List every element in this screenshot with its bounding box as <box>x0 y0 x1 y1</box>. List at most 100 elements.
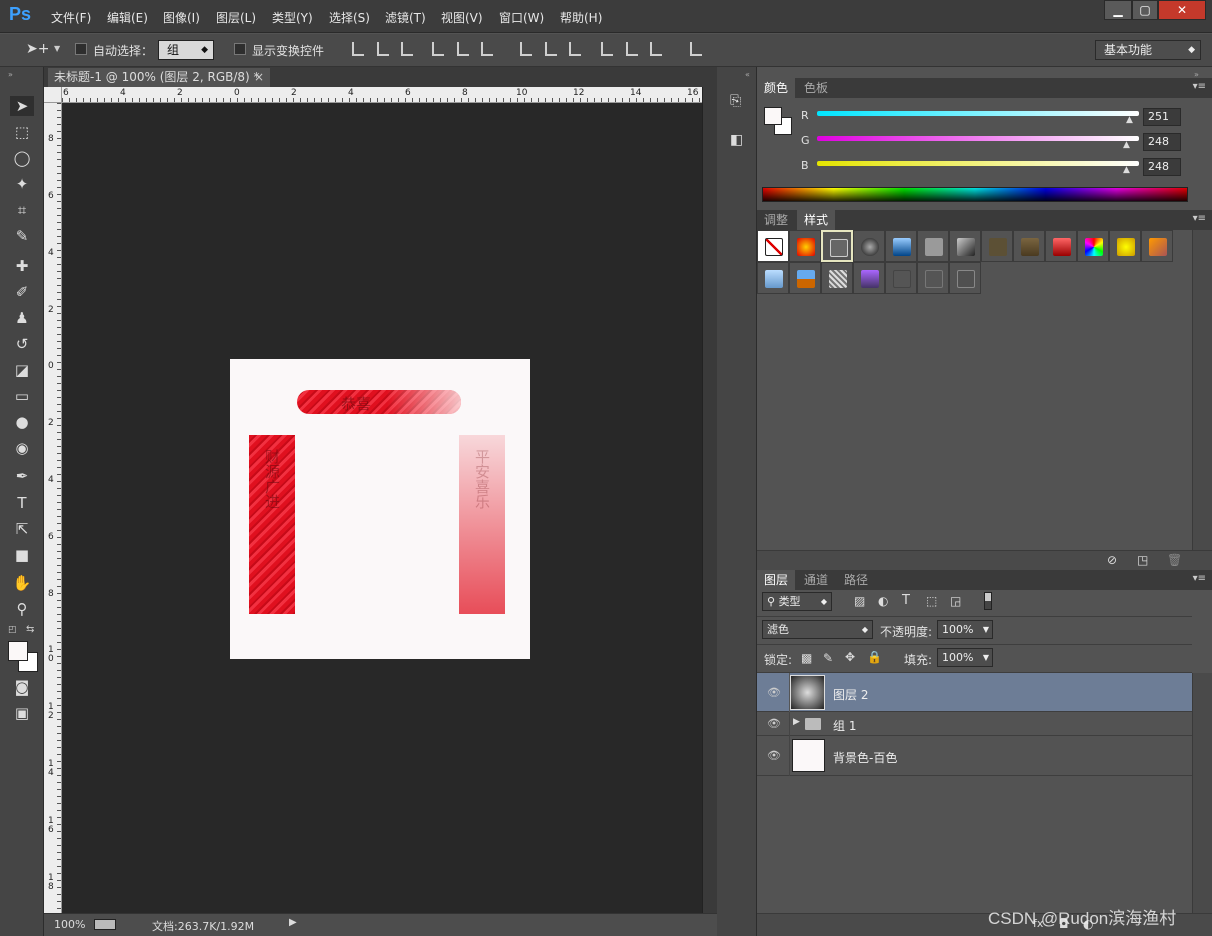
filter-adjustment-icon[interactable]: ◐ <box>878 594 888 608</box>
style-swatch[interactable] <box>1077 230 1109 262</box>
pen-tool-icon[interactable]: ✒ <box>10 466 34 486</box>
style-swatch[interactable] <box>853 262 885 294</box>
b-slider[interactable] <box>817 161 1139 166</box>
layer-row-background[interactable]: 背景色-百色 <box>757 736 1192 776</box>
horizontal-ruler[interactable]: 6 4 2 0 2 4 6 8 10 12 14 16 <box>62 87 702 103</box>
align-bottom-icon[interactable] <box>401 42 413 56</box>
menu-image[interactable]: 图像(I) <box>163 9 200 26</box>
quick-mask-icon[interactable]: ◙ <box>10 677 34 697</box>
distribute-bottom-icon[interactable] <box>569 42 581 56</box>
menu-view[interactable]: 视图(V) <box>441 9 483 26</box>
menu-filter[interactable]: 滤镜(T) <box>385 9 426 26</box>
eye-icon[interactable]: 👁 <box>767 686 781 699</box>
lock-position-icon[interactable]: ✥ <box>845 650 855 664</box>
style-swatch[interactable] <box>981 230 1013 262</box>
blur-tool-icon[interactable]: ● <box>10 412 34 432</box>
healing-brush-icon[interactable]: ✚ <box>10 256 34 276</box>
panel-menu-icon[interactable]: ▾≡ <box>1193 213 1206 224</box>
lock-all-icon[interactable]: 🔒 <box>867 650 882 664</box>
style-swatch[interactable] <box>917 262 949 294</box>
align-hcenter-icon[interactable] <box>457 42 469 56</box>
menu-window[interactable]: 窗口(W) <box>499 9 544 26</box>
hand-tool-icon[interactable]: ✋ <box>10 573 34 593</box>
layer-row-group[interactable]: ▶ 组 1 <box>757 712 1192 736</box>
properties-panel-icon[interactable]: ◧ <box>730 132 743 148</box>
r-slider[interactable] <box>817 111 1139 116</box>
menu-type[interactable]: 类型(Y) <box>272 9 313 26</box>
show-transform-checkbox[interactable] <box>234 43 246 55</box>
ruler-origin[interactable] <box>44 87 62 103</box>
eye-icon[interactable]: 👁 <box>767 717 781 730</box>
brush-tool-icon[interactable]: ✐ <box>10 282 34 302</box>
history-brush-icon[interactable]: ↺ <box>10 334 34 354</box>
layers-scrollbar[interactable] <box>1192 673 1212 913</box>
document-tab[interactable]: 未标题-1 @ 100% (图层 2, RGB/8) * × <box>48 68 270 87</box>
style-swatch[interactable] <box>885 230 917 262</box>
menu-select[interactable]: 选择(S) <box>329 9 370 26</box>
filter-pixel-icon[interactable]: ▨ <box>854 594 865 608</box>
layer-row-selected[interactable]: 图层 2 <box>757 673 1192 712</box>
tab-color[interactable]: 颜色 <box>757 78 796 98</box>
b-value[interactable]: 248 <box>1143 158 1181 176</box>
align-right-icon[interactable] <box>481 42 493 56</box>
styles-scrollbar[interactable] <box>1192 230 1212 550</box>
panel-menu-icon[interactable]: ▾≡ <box>1193 81 1206 92</box>
b-slider-handle[interactable]: ▲ <box>1123 165 1130 175</box>
style-swatch-none[interactable] <box>757 230 789 262</box>
lock-transparent-icon[interactable]: ▩ <box>801 651 812 665</box>
close-icon[interactable]: × <box>254 68 264 86</box>
magic-wand-icon[interactable]: ✦ <box>10 174 34 194</box>
panel-menu-icon[interactable]: ▾≡ <box>1193 573 1206 584</box>
stamp-tool-icon[interactable]: ♟ <box>10 308 34 328</box>
style-swatch[interactable] <box>949 262 981 294</box>
collapse-arrows-icon[interactable]: » <box>8 70 13 79</box>
style-swatch[interactable] <box>1013 230 1045 262</box>
screen-mode-icon[interactable]: ▣ <box>10 703 34 723</box>
style-swatch[interactable] <box>1141 230 1173 262</box>
layer-filter-dropdown[interactable]: ⚲ 类型 ◆ <box>762 592 832 611</box>
type-tool-icon[interactable]: T <box>10 493 34 513</box>
chevron-right-icon[interactable]: ▶ <box>793 717 800 727</box>
play-arrow-icon[interactable]: ▶ <box>289 917 297 928</box>
workspace-dropdown[interactable]: 基本功能 ◆ <box>1095 40 1201 60</box>
vertical-ruler[interactable]: 8 6 4 2 0 2 4 6 8 1 0 1 2 1 4 1 6 1 8 <box>44 103 62 913</box>
minimize-button[interactable]: ▁ <box>1104 0 1132 20</box>
collapse-arrows-icon[interactable]: « <box>745 70 750 79</box>
filter-toggle[interactable] <box>984 592 992 610</box>
menu-file[interactable]: 文件(F) <box>51 9 91 26</box>
clear-style-icon[interactable]: ⊘ <box>1107 553 1117 567</box>
foreground-color-swatch[interactable] <box>764 107 782 125</box>
g-value[interactable]: 248 <box>1143 133 1181 151</box>
tab-styles[interactable]: 样式 <box>797 210 836 230</box>
tab-channels[interactable]: 通道 <box>797 570 835 590</box>
filter-shape-icon[interactable]: ⬚ <box>926 594 937 608</box>
filter-smart-object-icon[interactable]: ◲ <box>950 594 961 608</box>
move-tool-icon[interactable]: ➤ <box>10 96 34 116</box>
new-style-icon[interactable]: ◳ <box>1137 553 1148 567</box>
distribute-vcenter-icon[interactable] <box>545 42 557 56</box>
distribute-right-icon[interactable] <box>650 42 662 56</box>
auto-select-checkbox[interactable] <box>75 43 87 55</box>
vertical-scrollbar[interactable] <box>702 87 717 913</box>
style-swatch[interactable] <box>757 262 789 294</box>
delete-style-icon[interactable]: 🗑 <box>1167 553 1182 567</box>
tab-adjustments[interactable]: 调整 <box>757 210 795 230</box>
tab-paths[interactable]: 路径 <box>837 570 875 590</box>
style-swatch[interactable] <box>1045 230 1077 262</box>
menu-edit[interactable]: 编辑(E) <box>107 9 148 26</box>
style-swatch[interactable] <box>1109 230 1141 262</box>
auto-select-dropdown[interactable]: 组 ◆ <box>158 40 214 60</box>
style-swatch[interactable] <box>789 262 821 294</box>
opacity-input[interactable]: 100% ▼ <box>937 620 993 639</box>
chevron-down-icon[interactable]: ▼ <box>54 44 60 53</box>
align-left-icon[interactable] <box>432 42 444 56</box>
g-slider-handle[interactable]: ▲ <box>1123 140 1130 150</box>
proof-icon[interactable] <box>94 919 116 930</box>
align-top-icon[interactable] <box>352 42 364 56</box>
crop-tool-icon[interactable]: ⌗ <box>10 200 34 220</box>
layer-name[interactable]: 图层 2 <box>833 686 868 703</box>
foreground-color-swatch[interactable] <box>8 641 28 661</box>
style-swatch[interactable] <box>853 230 885 262</box>
marquee-tool-icon[interactable]: ⬚ <box>10 122 34 142</box>
auto-align-icon[interactable] <box>690 42 702 56</box>
